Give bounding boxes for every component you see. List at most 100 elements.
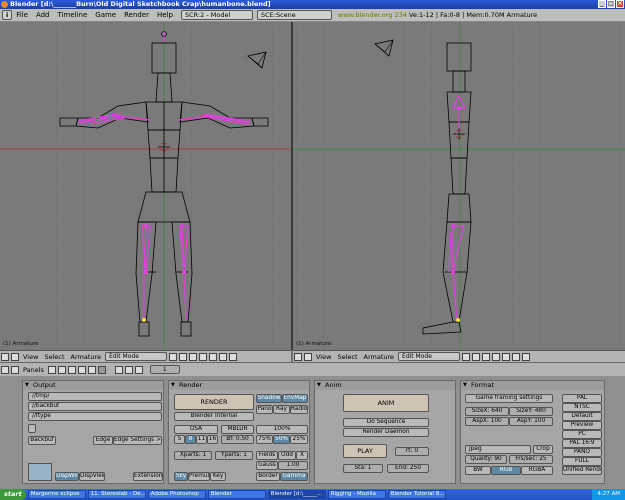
envmap-toggle[interactable]: EnvMap (282, 394, 308, 403)
display-window-icon[interactable] (28, 463, 52, 481)
pivot-icon[interactable] (472, 352, 481, 361)
panels-label[interactable]: Panels (20, 366, 47, 374)
size-50-percent[interactable]: 50% (273, 435, 290, 444)
object-icon[interactable] (77, 365, 86, 374)
menu-armature[interactable]: Armature (361, 353, 398, 361)
layer-icon[interactable] (492, 352, 501, 361)
output-path-ftype[interactable]: //ftype (28, 412, 162, 421)
preset-pal[interactable]: PAL (562, 394, 602, 403)
gauss-value-field[interactable]: 1.00 (278, 461, 308, 470)
mblur-toggle[interactable]: MBLUR (221, 425, 254, 434)
shadow-toggle[interactable]: Shadow (256, 394, 282, 403)
menu-select[interactable]: Select (41, 353, 67, 361)
sky-toggle[interactable]: Sky (174, 472, 188, 481)
crop-toggle[interactable]: Crop (533, 445, 553, 454)
editing-icon[interactable] (87, 365, 96, 374)
border-toggle[interactable]: Border (256, 472, 280, 481)
gauss-toggle[interactable]: Gauss (256, 461, 278, 470)
bw-toggle[interactable]: BW (465, 466, 491, 475)
preset-default[interactable]: Default (562, 412, 602, 421)
start-frame-field[interactable]: Sta: 1 (343, 464, 383, 473)
menu-select[interactable]: Select (334, 353, 360, 361)
menu-armature[interactable]: Armature (68, 353, 105, 361)
taskbar-item-active[interactable]: Blender [d:\_____... (267, 490, 326, 499)
fields-toggle[interactable]: Fields (256, 451, 278, 460)
scene-selector[interactable]: SCE:Scene (257, 10, 333, 20)
menu-view[interactable]: View (20, 353, 41, 361)
window-type-icon[interactable] (294, 352, 302, 361)
osa-level-8[interactable]: 8 (185, 435, 196, 444)
size-75-percent[interactable]: 75% (256, 435, 273, 444)
preset-ntsc[interactable]: NTSC (562, 403, 602, 412)
osa-level-11[interactable]: 11 (196, 435, 207, 444)
mode-selector[interactable]: Edit Mode (105, 352, 168, 361)
pivot-icon[interactable] (179, 352, 188, 361)
taskbar-item[interactable]: 11. Stereolab - De... (87, 490, 146, 499)
output-path-tmp[interactable]: //tmp/ (28, 392, 162, 401)
premul-toggle[interactable]: Premul (188, 472, 210, 481)
preset-pc[interactable]: PC (562, 430, 602, 439)
mblur-bf-field[interactable]: Bf: 0.50 (221, 435, 254, 444)
screen-selector[interactable]: SCR:2 - Model (181, 10, 254, 20)
aspy-field[interactable]: AspY: 100 (509, 417, 553, 426)
yparts-field[interactable]: Yparts: 1 (215, 451, 253, 460)
menu-render[interactable]: Render (120, 11, 153, 19)
osa-toggle[interactable]: OSA (174, 425, 218, 434)
layer-icon[interactable] (209, 352, 218, 361)
play-button[interactable]: PLAY (343, 444, 387, 458)
window-type-icon[interactable] (1, 352, 9, 361)
unified-render-toggle[interactable]: Unified Render (562, 466, 602, 475)
menu-view[interactable]: View (313, 353, 334, 361)
odd-toggle[interactable]: Odd (278, 451, 296, 460)
lock-icon[interactable] (522, 352, 531, 361)
taskbar-item[interactable]: Adobe Photoshop (147, 490, 206, 499)
menu-file[interactable]: File (12, 11, 32, 19)
fps-field[interactable]: Frs/sec: 25 (509, 455, 553, 464)
extensions-button[interactable]: Extension (133, 472, 163, 481)
draw-type-icon[interactable] (462, 352, 471, 361)
draw-type-icon[interactable] (169, 352, 178, 361)
render-icon[interactable] (114, 365, 123, 374)
size-25-percent[interactable]: 25% (290, 435, 308, 444)
ray-toggle[interactable]: Ray (273, 405, 290, 414)
preset-pano[interactable]: PANO (562, 448, 602, 457)
script-icon[interactable] (57, 365, 66, 374)
preset-pal169[interactable]: PAL 16:9 (562, 439, 602, 448)
taskbar-item[interactable]: Margerine eclipse (27, 490, 86, 499)
manipulator-icon[interactable] (482, 352, 491, 361)
manipulator-icon[interactable] (189, 352, 198, 361)
osa-level-5[interactable]: 5 (174, 435, 185, 444)
collapse-menu-icon[interactable] (304, 352, 312, 361)
layer-icon[interactable] (199, 352, 208, 361)
aspx-field[interactable]: AspX: 100 (465, 417, 509, 426)
anim-panel-title[interactable]: Anim (315, 381, 455, 390)
3d-viewport-front[interactable]: (1) Armature (0, 22, 291, 350)
file-type-select[interactable]: Jpeg (465, 445, 531, 454)
maximize-button[interactable]: □ (607, 0, 615, 8)
rt-field[interactable]: rt: 0 (395, 447, 429, 456)
rgba-toggle[interactable]: RGBA (521, 466, 553, 475)
anim-button[interactable]: ANIM (343, 394, 429, 412)
pano-toggle[interactable]: Pano (256, 405, 273, 414)
taskbar-item[interactable]: Blender (207, 490, 266, 499)
xparts-field[interactable]: Xparts: 1 (174, 451, 212, 460)
3d-viewport-side[interactable]: (1) Armature (293, 22, 625, 350)
layer-icon[interactable] (502, 352, 511, 361)
menu-game[interactable]: Game (91, 11, 120, 19)
menu-add[interactable]: Add (32, 11, 54, 19)
render-daemon-toggle[interactable]: Render Daemon (343, 428, 429, 437)
quality-field[interactable]: Quality: 90 (465, 455, 507, 464)
scene-icon[interactable] (97, 365, 106, 374)
lock-icon[interactable] (229, 352, 238, 361)
menu-timeline[interactable]: Timeline (54, 11, 92, 19)
sizey-field[interactable]: SizeY: 480 (509, 407, 553, 416)
end-frame-field[interactable]: End: 250 (387, 464, 429, 473)
output-panel-title[interactable]: Output (23, 381, 163, 390)
render-button[interactable]: RENDER (174, 394, 254, 410)
frame-number[interactable]: 1 (149, 365, 180, 374)
edge-settings-button[interactable]: Edge Settings >> (113, 436, 162, 445)
shading-icon[interactable] (67, 365, 76, 374)
menu-help[interactable]: Help (153, 11, 177, 19)
osa-level-16[interactable]: 16 (207, 435, 218, 444)
layer-icon[interactable] (512, 352, 521, 361)
